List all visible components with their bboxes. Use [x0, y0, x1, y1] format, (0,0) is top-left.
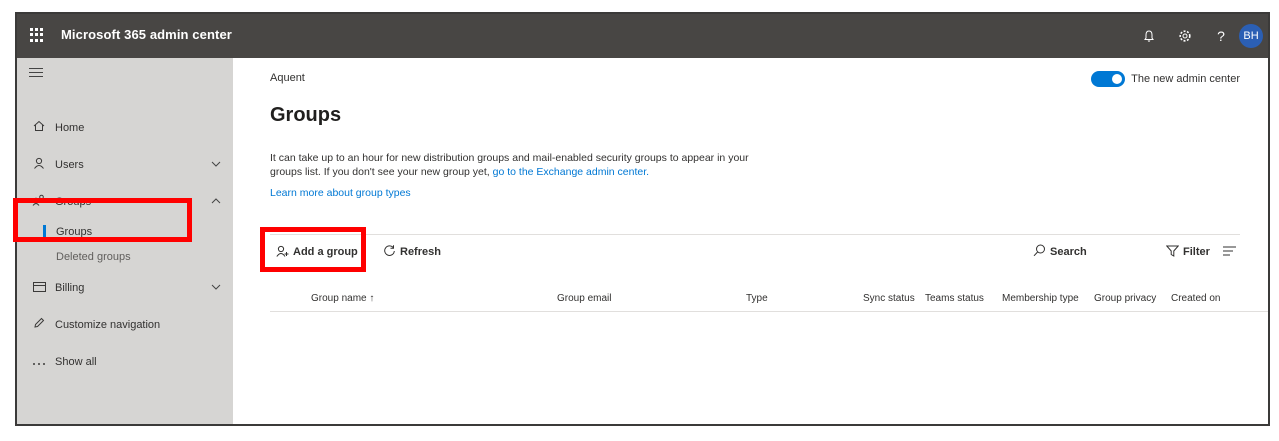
sidebar-subitem-label: Deleted groups	[56, 251, 131, 263]
add-group-label: Add a group	[293, 246, 358, 258]
column-header-type[interactable]: Type	[746, 293, 768, 304]
refresh-button[interactable]: Refresh	[383, 242, 441, 262]
sidebar-item-show-all[interactable]: Show all	[17, 343, 233, 380]
sort-lines-icon	[1223, 245, 1236, 259]
pencil-icon	[28, 317, 50, 332]
column-header-sync-status[interactable]: Sync status	[863, 293, 915, 304]
gear-icon[interactable]	[1167, 14, 1203, 58]
search-icon	[1033, 244, 1046, 260]
main-content: Aquent The new admin center Groups It ca…	[233, 58, 1268, 424]
top-bar-actions: ? BH	[1131, 14, 1268, 58]
user-icon	[28, 157, 50, 172]
sidebar-item-label: Groups	[55, 195, 92, 208]
filter-icon	[1165, 245, 1180, 260]
refresh-label: Refresh	[400, 246, 441, 258]
app-launcher-icon[interactable]	[30, 28, 44, 42]
view-options-button[interactable]	[1223, 242, 1240, 262]
chevron-down-icon[interactable]	[211, 282, 221, 293]
billing-icon	[28, 281, 50, 295]
add-user-icon	[276, 245, 289, 260]
filter-label: Filter	[1183, 246, 1210, 258]
hamburger-icon[interactable]	[29, 68, 43, 80]
sidebar-subitem-deleted-groups[interactable]: Deleted groups	[17, 245, 233, 269]
groups-icon	[28, 194, 50, 209]
chevron-down-icon[interactable]	[211, 159, 221, 170]
exchange-admin-link[interactable]: go to the Exchange admin center.	[493, 166, 649, 178]
column-header-group-email[interactable]: Group email	[557, 293, 611, 304]
page-description: It can take up to an hour for new distri…	[270, 151, 770, 179]
search-button[interactable]: Search	[1033, 242, 1087, 262]
table-header: Group name ↑ Group email Type Sync statu…	[270, 290, 1268, 312]
learn-more-link[interactable]: Learn more about group types	[270, 187, 411, 199]
sidebar-subitem-groups[interactable]: Groups	[17, 220, 233, 244]
sidebar-item-billing[interactable]: Billing	[17, 269, 233, 306]
sidebar-item-users[interactable]: Users	[17, 146, 233, 183]
sidebar-item-groups[interactable]: Groups	[17, 183, 233, 220]
sidebar-item-label: Billing	[55, 281, 85, 294]
page-title: Groups	[270, 104, 342, 126]
column-header-created-on[interactable]: Created on	[1171, 293, 1220, 304]
help-icon[interactable]: ?	[1203, 14, 1239, 58]
sidebar-item-label: Home	[55, 121, 85, 134]
search-label: Search	[1050, 246, 1087, 258]
filter-button[interactable]: Filter	[1165, 242, 1210, 262]
breadcrumb: Aquent	[270, 72, 305, 84]
toggle-label: The new admin center	[1131, 73, 1240, 85]
avatar[interactable]: BH	[1239, 24, 1263, 48]
sidebar-item-label: Customize navigation	[55, 318, 161, 331]
ellipsis-icon	[28, 355, 50, 369]
new-admin-center-toggle[interactable]: The new admin center	[1091, 71, 1240, 87]
sidebar: Home Users Groups Groups Deleted groups …	[17, 58, 233, 424]
column-header-teams-status[interactable]: Teams status	[925, 293, 984, 304]
bell-icon[interactable]	[1131, 14, 1167, 58]
add-group-button[interactable]: Add a group	[276, 242, 358, 262]
refresh-icon	[383, 244, 396, 260]
divider	[270, 234, 1240, 235]
sidebar-item-label: Show all	[55, 355, 97, 368]
toggle-switch[interactable]	[1091, 71, 1126, 87]
selected-indicator	[43, 224, 46, 240]
top-bar: Microsoft 365 admin center ? BH	[17, 14, 1268, 58]
home-icon	[28, 120, 50, 135]
column-header-group-name[interactable]: Group name ↑	[311, 293, 374, 304]
sidebar-item-customize-navigation[interactable]: Customize navigation	[17, 306, 233, 343]
column-header-membership-type[interactable]: Membership type	[1002, 293, 1079, 304]
sidebar-item-home[interactable]: Home	[17, 109, 233, 146]
sidebar-subitem-label: Groups	[56, 226, 93, 238]
column-header-group-privacy[interactable]: Group privacy	[1094, 293, 1156, 304]
app-title[interactable]: Microsoft 365 admin center	[61, 27, 232, 42]
sidebar-item-label: Users	[55, 158, 84, 171]
browser-frame: Microsoft 365 admin center ? BH Home Use…	[15, 12, 1270, 426]
chevron-up-icon[interactable]	[211, 196, 221, 207]
